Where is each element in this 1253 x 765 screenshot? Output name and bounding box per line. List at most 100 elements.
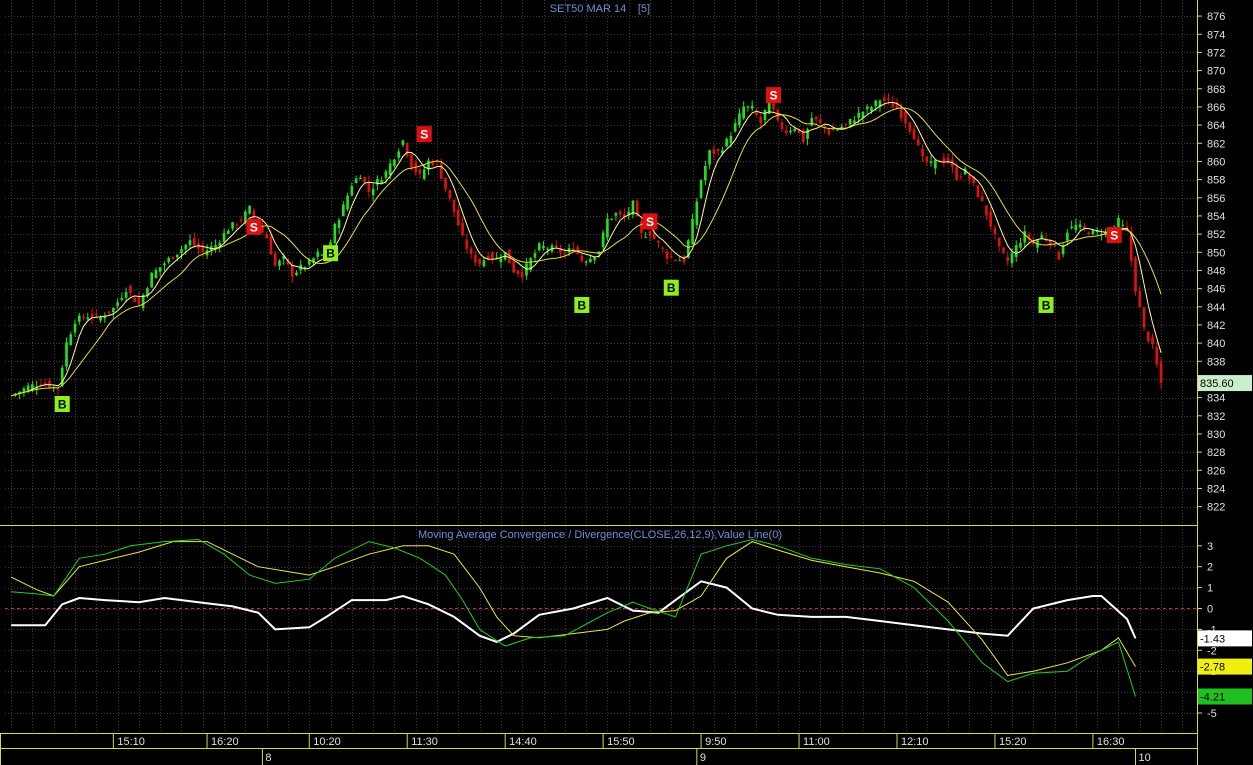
- macd-value-label: -4.21: [1200, 691, 1225, 703]
- candle-body: [290, 264, 294, 277]
- y-tick-label: 842: [1207, 320, 1225, 332]
- y-tick-label: 830: [1207, 429, 1225, 441]
- candle-body: [733, 123, 737, 132]
- candle-body: [56, 388, 60, 390]
- candle-body: [912, 129, 916, 140]
- candle-body: [1023, 231, 1027, 243]
- candle-body: [985, 205, 988, 216]
- candle-body: [657, 241, 660, 243]
- candle-body: [904, 111, 907, 123]
- chart-title: SET50 MAR 14: [550, 3, 626, 15]
- signal-label: B: [58, 397, 67, 411]
- candle-body: [716, 149, 720, 152]
- candle-body: [397, 151, 401, 158]
- signal-label: B: [326, 247, 335, 261]
- candle-body: [993, 227, 997, 234]
- candle-body: [491, 252, 494, 260]
- day-label: 10: [1139, 752, 1151, 764]
- candle-body: [188, 240, 192, 246]
- x-tick-label: 12:10: [901, 736, 929, 748]
- candle-body: [452, 199, 456, 212]
- candle-body: [158, 267, 162, 272]
- y-tick-label: 824: [1207, 483, 1225, 495]
- candle-body: [231, 222, 234, 229]
- y-tick-label: 868: [1207, 84, 1225, 96]
- candle-body: [1083, 225, 1086, 229]
- y-tick-label: 838: [1207, 356, 1225, 368]
- y-tick-label: 866: [1207, 102, 1225, 114]
- candle-body: [644, 237, 648, 239]
- signal-label: B: [667, 281, 676, 295]
- candle-body: [844, 123, 848, 125]
- candle-body: [129, 285, 132, 293]
- candle-body: [73, 323, 77, 333]
- buy-signal: B: [574, 296, 590, 313]
- sell-signal: S: [765, 87, 781, 104]
- signal-label: S: [1110, 229, 1118, 243]
- candle-body: [1151, 337, 1154, 345]
- candle-body: [239, 219, 243, 221]
- day-label: 8: [265, 752, 271, 764]
- y-tick-label: 872: [1207, 47, 1225, 59]
- y-tick-label: 822: [1207, 502, 1225, 514]
- candle-body: [546, 248, 550, 250]
- y-tick-label: 844: [1207, 302, 1225, 314]
- y-tick-label: 2: [1207, 562, 1213, 574]
- macd-value-label: -2.78: [1200, 662, 1225, 674]
- candle-body: [580, 255, 584, 262]
- candle-body: [116, 302, 119, 306]
- candle-body: [278, 260, 281, 266]
- candle-body: [857, 112, 860, 118]
- signal-label: S: [646, 215, 654, 229]
- candle-body: [273, 253, 277, 266]
- candle-body: [887, 98, 890, 100]
- y-tick-label: 828: [1207, 447, 1225, 459]
- candle-body: [738, 113, 741, 126]
- candle-body: [350, 186, 354, 196]
- candle-body: [1014, 245, 1018, 257]
- y-tick-label: 846: [1207, 284, 1225, 296]
- x-tick-label: 11:00: [803, 736, 830, 748]
- candle-body: [589, 258, 592, 262]
- candle-body: [22, 388, 26, 392]
- candle-body: [571, 248, 575, 251]
- candle-body: [606, 218, 609, 238]
- candle-body: [248, 205, 251, 214]
- candle-body: [141, 295, 145, 309]
- candle-body: [354, 178, 358, 183]
- candle-body: [448, 189, 452, 199]
- y-tick-label: 864: [1207, 120, 1225, 132]
- candle-body: [112, 307, 115, 313]
- candle-body: [780, 122, 784, 129]
- candle-body: [192, 237, 196, 246]
- candle-body: [567, 248, 571, 253]
- candle-body: [380, 180, 383, 183]
- candle-body: [746, 106, 750, 108]
- candle-body: [704, 165, 707, 181]
- candle-body: [674, 259, 677, 261]
- candle-body: [763, 109, 767, 121]
- candle-body: [610, 218, 613, 220]
- candle-body: [461, 222, 464, 236]
- signal-label: B: [577, 298, 586, 312]
- day-label: 9: [700, 752, 706, 764]
- y-tick-label: 3: [1207, 541, 1213, 553]
- candle-body: [691, 218, 694, 245]
- candle-body: [346, 195, 349, 210]
- candle-body: [244, 211, 247, 222]
- candle-body: [94, 313, 98, 315]
- candle-body: [678, 260, 682, 262]
- y-tick-label: 832: [1207, 411, 1225, 423]
- candle-body: [908, 122, 912, 132]
- candle-body: [154, 270, 158, 278]
- signal-label: S: [769, 89, 777, 103]
- candle-body: [1057, 251, 1061, 260]
- candle-body: [295, 272, 298, 276]
- candle-body: [367, 181, 371, 192]
- x-tick-label: 10:20: [313, 736, 341, 748]
- candle-body: [478, 259, 481, 265]
- candle-body: [120, 297, 124, 300]
- candle-body: [772, 103, 775, 110]
- candle-body: [107, 311, 111, 314]
- candle-body: [175, 254, 179, 258]
